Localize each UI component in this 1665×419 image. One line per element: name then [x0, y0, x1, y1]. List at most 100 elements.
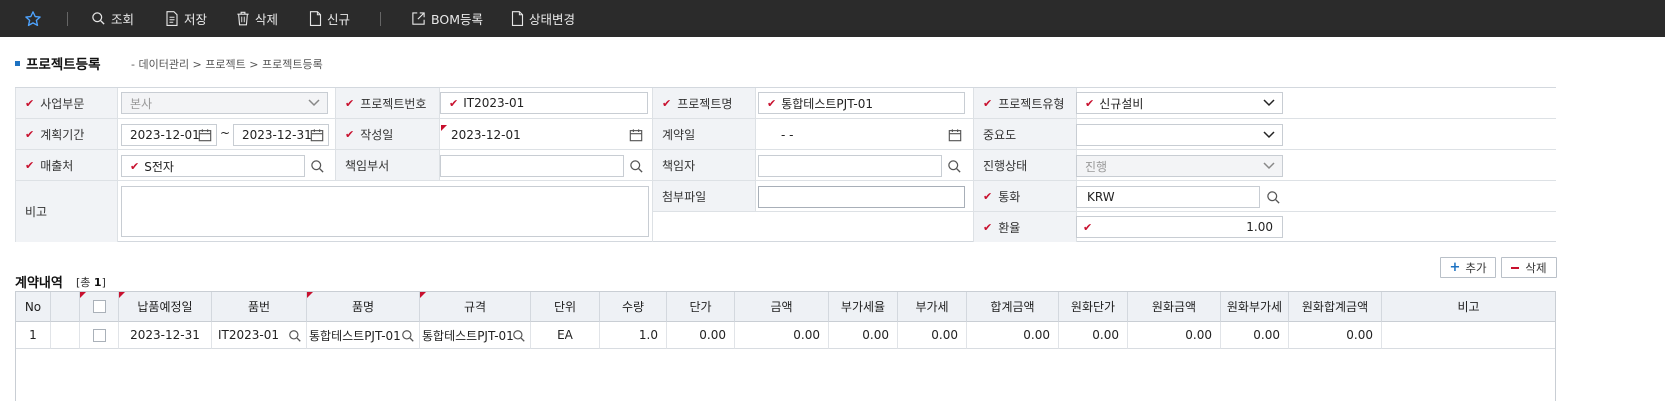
- required-check-icon: ✔: [25, 96, 35, 110]
- resp-person-label: 책임자: [652, 150, 756, 181]
- required-check-icon: ✔: [25, 158, 35, 172]
- progress-status-select[interactable]: 진행: [1076, 155, 1283, 177]
- col-header-krw-total: 원화합계금액: [1289, 292, 1382, 322]
- customer-input[interactable]: ✔ S전자: [121, 155, 305, 177]
- col-header-delivery-date: 납품예정일: [119, 292, 212, 322]
- chevron-down-icon: [308, 99, 320, 107]
- table-row-no: 1: [16, 322, 51, 349]
- resp-dept-label: 책임부서: [335, 150, 440, 181]
- search-icon[interactable]: [288, 329, 302, 343]
- col-header-total: 합계금액: [967, 292, 1059, 322]
- project-name-input[interactable]: ✔ 통합테스트PJT-01: [758, 92, 965, 114]
- table-row-vat-rate[interactable]: 0.00: [829, 322, 898, 349]
- table-row-spec[interactable]: 통합테스트PJT-01: [420, 322, 531, 349]
- business-unit-select[interactable]: 본사: [121, 92, 328, 114]
- created-date-input[interactable]: 2023-12-01: [440, 124, 648, 146]
- col-header-amount: 금액: [735, 292, 829, 322]
- required-check-icon: ✔: [1085, 96, 1095, 110]
- required-check-icon: ✔: [345, 96, 355, 110]
- progress-status-label: 진행상태: [973, 150, 1077, 181]
- resp-dept-input[interactable]: [440, 155, 624, 177]
- project-name-label: ✔ 프로젝트명: [652, 88, 756, 119]
- status-change-button-label: 상태변경: [529, 12, 576, 27]
- table-row-krw-unit-price: 0.00: [1059, 322, 1128, 349]
- table-row-delivery-date[interactable]: 2023-12-31: [119, 322, 212, 349]
- remark-textarea[interactable]: [121, 186, 649, 237]
- attachment-label: 첨부파일: [652, 181, 756, 212]
- col-header-krw-unit-price: 원화단가: [1059, 292, 1128, 322]
- exchange-rate-input[interactable]: ✔ 1.00: [1076, 216, 1283, 238]
- customer-search-icon[interactable]: [306, 155, 328, 177]
- resp-dept-search-icon[interactable]: [625, 155, 647, 177]
- remark-label: 비고: [15, 181, 118, 242]
- col-header-unit: 단위: [531, 292, 600, 322]
- calendar-icon[interactable]: [310, 128, 324, 142]
- col-header-unit-price: 단가: [667, 292, 735, 322]
- currency-search-icon[interactable]: [1262, 186, 1284, 208]
- table-row-blank: [51, 322, 80, 349]
- project-no-input[interactable]: ✔ IT2023-01: [440, 92, 648, 114]
- chevron-down-icon: [1263, 99, 1275, 107]
- calendar-icon[interactable]: [198, 128, 212, 142]
- chevron-down-icon: [1263, 162, 1275, 170]
- calendar-icon[interactable]: [948, 128, 962, 142]
- table-row-krw-total: 0.00: [1289, 322, 1382, 349]
- contract-grid: No 납품예정일 품번 품명 규격 단위 수량 단가 금액 부가세율 부가세 합…: [15, 291, 1556, 401]
- document-icon: [511, 11, 524, 26]
- table-row-checkbox-cell: [80, 322, 119, 349]
- table-row-qty[interactable]: 1.0: [600, 322, 667, 349]
- table-row-item-no[interactable]: IT2023-01: [212, 322, 307, 349]
- contract-date-input[interactable]: - -: [758, 124, 965, 146]
- required-check-icon: ✔: [130, 159, 140, 173]
- search-icon[interactable]: [401, 329, 415, 343]
- resp-person-input[interactable]: [758, 155, 942, 177]
- favorite-star-icon[interactable]: [24, 0, 47, 37]
- row-checkbox[interactable]: [92, 328, 106, 342]
- plan-end-date-input[interactable]: 2023-12-31: [233, 124, 329, 146]
- trash-icon: [237, 11, 249, 26]
- search-icon[interactable]: [512, 329, 526, 343]
- save-button-label: 저장: [184, 12, 208, 27]
- col-header-spec: 규격: [420, 292, 531, 322]
- resp-person-search-icon[interactable]: [943, 155, 965, 177]
- delete-toolbar-button-label: 삭제: [255, 12, 279, 27]
- project-form: ✔ 사업부문 ✔ 프로젝트번호 ✔ 프로젝트명 ✔ 프로젝트유형 ✔ 계획기간 ✔ 작성일 …: [15, 87, 1556, 242]
- customer-label: ✔ 매출처: [15, 150, 118, 181]
- required-check-icon: ✔: [345, 127, 355, 141]
- new-button[interactable]: 신규: [309, 0, 350, 37]
- new-file-icon: [309, 11, 322, 26]
- table-row-item-name[interactable]: 통합테스트PJT-01: [307, 322, 420, 349]
- toolbar-separator: [380, 12, 381, 26]
- bom-register-button[interactable]: BOM등록: [411, 0, 483, 37]
- project-type-select[interactable]: ✔ 신규설비: [1076, 92, 1283, 114]
- document-icon: [166, 11, 178, 26]
- breadcrumb: - 데이터관리 > 프로젝트 > 프로젝트등록: [131, 58, 323, 71]
- select-all-checkbox[interactable]: [92, 300, 106, 313]
- importance-label: 중요도: [973, 119, 1077, 150]
- search-button-label: 조회: [111, 12, 135, 27]
- col-header-blank: [51, 292, 80, 322]
- importance-select[interactable]: [1076, 124, 1283, 146]
- plan-start-date-input[interactable]: 2023-12-01: [121, 124, 217, 146]
- page-title: 프로젝트등록: [26, 57, 101, 73]
- attachment-input[interactable]: [758, 186, 965, 208]
- delete-toolbar-button[interactable]: 삭제: [236, 0, 278, 37]
- save-button[interactable]: 저장: [165, 0, 207, 37]
- page-title-row: 프로젝트등록: [15, 54, 101, 73]
- search-button[interactable]: 조회: [91, 0, 134, 37]
- table-row-total: 0.00: [967, 322, 1059, 349]
- col-header-select-all: [80, 292, 119, 322]
- required-marker: [80, 292, 86, 298]
- table-row-unit[interactable]: EA: [531, 322, 600, 349]
- title-marker-icon: [15, 61, 20, 66]
- currency-input[interactable]: KRW: [1076, 186, 1260, 208]
- status-change-button[interactable]: 상태변경: [511, 0, 575, 37]
- col-header-krw-vat: 원화부가세: [1221, 292, 1289, 322]
- add-row-button[interactable]: + 추가: [1440, 257, 1496, 278]
- calendar-icon[interactable]: [629, 128, 643, 142]
- table-row-remark[interactable]: [1382, 322, 1555, 349]
- delete-row-button[interactable]: 삭제: [1501, 257, 1557, 278]
- contract-section-title: 계약내역: [15, 276, 63, 291]
- table-row-unit-price[interactable]: 0.00: [667, 322, 735, 349]
- table-row-amount: 0.00: [735, 322, 829, 349]
